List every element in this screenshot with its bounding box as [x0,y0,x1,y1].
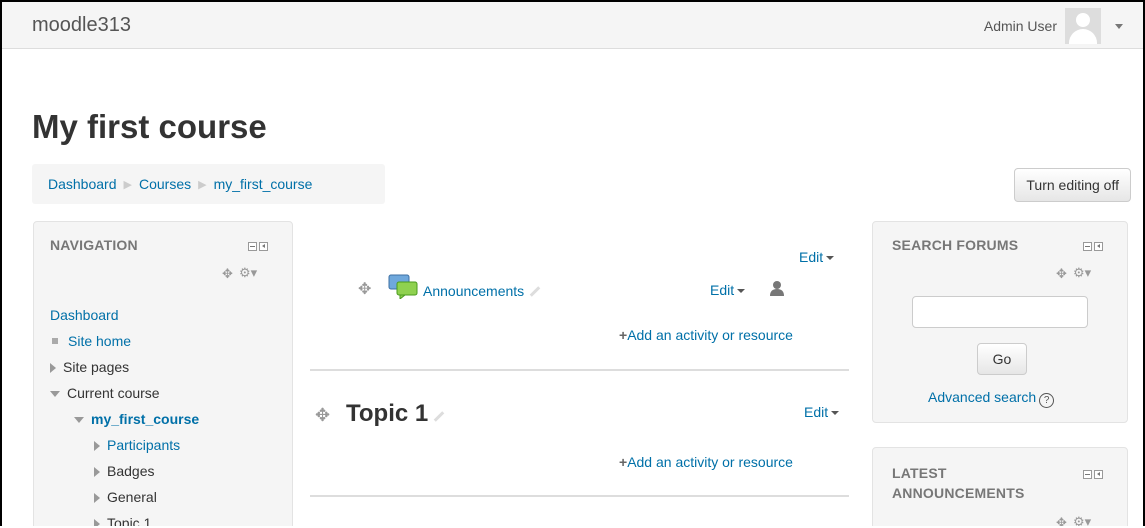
nav-item-badges[interactable]: Badges [107,463,154,479]
expand-icon[interactable] [94,519,100,526]
move-icon[interactable]: ✥ [1056,515,1067,526]
user-name[interactable]: Admin User [984,18,1057,34]
expand-icon[interactable] [94,441,100,451]
nav-item-topic-1[interactable]: Topic 1 [107,515,151,526]
turn-editing-off-button[interactable]: Turn editing off [1014,168,1131,202]
breadcrumb: Dashboard ▶ Courses ▶ my_first_course [32,164,385,204]
site-name-link[interactable]: moodle313 [32,14,131,37]
section-title: Topic 1 [346,400,445,428]
breadcrumb-dashboard[interactable]: Dashboard [48,176,117,192]
go-button[interactable]: Go [977,343,1027,375]
collapse-tree-icon[interactable] [50,391,60,397]
move-icon[interactable]: ✥ [358,279,371,299]
collapse-icon[interactable] [248,242,257,251]
latest-announcements-title: LATEST ANNOUNCEMENTS [892,465,1025,501]
nav-item-site-home[interactable]: Site home [68,333,131,349]
navigation-block-title: NAVIGATION [50,237,138,253]
move-icon[interactable]: ✥ [315,405,330,426]
plus-icon: + [619,454,628,470]
bullet-icon [52,338,58,344]
section-1-edit-menu[interactable]: Edit [804,404,839,420]
breadcrumb-course[interactable]: my_first_course [214,176,313,192]
breadcrumb-separator-icon: ▶ [198,178,207,191]
collapse-icon[interactable] [1083,242,1092,251]
expand-icon[interactable] [94,493,100,503]
page-title: My first course [32,108,267,145]
navigation-block: NAVIGATION ✥ ⚙▾ Dashboard Site home Site… [33,221,293,526]
move-icon[interactable]: ✥ [1056,266,1067,282]
pencil-icon[interactable] [433,411,445,422]
activity-edit-menu[interactable]: Edit [710,282,745,298]
nav-item-site-pages[interactable]: Site pages [63,359,129,375]
search-forums-title: SEARCH FORUMS [892,237,1019,253]
breadcrumb-separator-icon: ▶ [123,178,132,191]
expand-icon[interactable] [50,363,56,373]
nav-item-participants[interactable]: Participants [107,437,180,453]
add-activity-link-section-0[interactable]: +Add an activity or resource [619,327,793,343]
nav-item-my-first-course[interactable]: my_first_course [91,411,199,427]
gear-icon[interactable]: ⚙▾ [1073,265,1091,281]
pencil-icon[interactable] [529,286,541,297]
collapse-icon[interactable] [1083,470,1092,479]
gear-icon[interactable]: ⚙▾ [239,265,257,281]
section-divider [310,495,849,497]
chevron-down-icon[interactable] [1115,23,1123,29]
section-0-edit-menu[interactable]: Edit [799,249,834,265]
announcements-link[interactable]: Announcements [423,283,524,299]
add-activity-link-section-1[interactable]: +Add an activity or resource [619,454,793,470]
forum-icon [388,274,418,299]
browser-page: moodle313 Admin User My first course Das… [0,0,1145,526]
breadcrumb-courses[interactable]: Courses [139,176,191,192]
nav-item-dashboard[interactable]: Dashboard [50,307,119,323]
user-menu[interactable]: Admin User [984,6,1123,46]
help-icon[interactable]: ? [1039,393,1055,408]
latest-announcements-block: LATEST ANNOUNCEMENTS ✥ ⚙▾ [872,447,1128,526]
plus-icon: + [619,327,628,343]
move-icon[interactable]: ✥ [222,266,233,282]
advanced-search-link[interactable]: Advanced search [928,389,1036,405]
gear-icon[interactable]: ⚙▾ [1073,514,1091,526]
search-forums-input[interactable] [912,296,1088,328]
avatar[interactable] [1065,8,1101,44]
nav-item-current-course[interactable]: Current course [67,385,160,401]
nav-item-general[interactable]: General [107,489,157,505]
dock-icon[interactable] [259,242,268,251]
section-divider [310,369,849,371]
person-icon[interactable] [769,280,785,296]
dock-icon[interactable] [1094,242,1103,251]
dock-icon[interactable] [1094,470,1103,479]
top-navbar: moodle313 Admin User [2,2,1143,49]
expand-icon[interactable] [94,467,100,477]
collapse-tree-icon[interactable] [74,417,84,423]
